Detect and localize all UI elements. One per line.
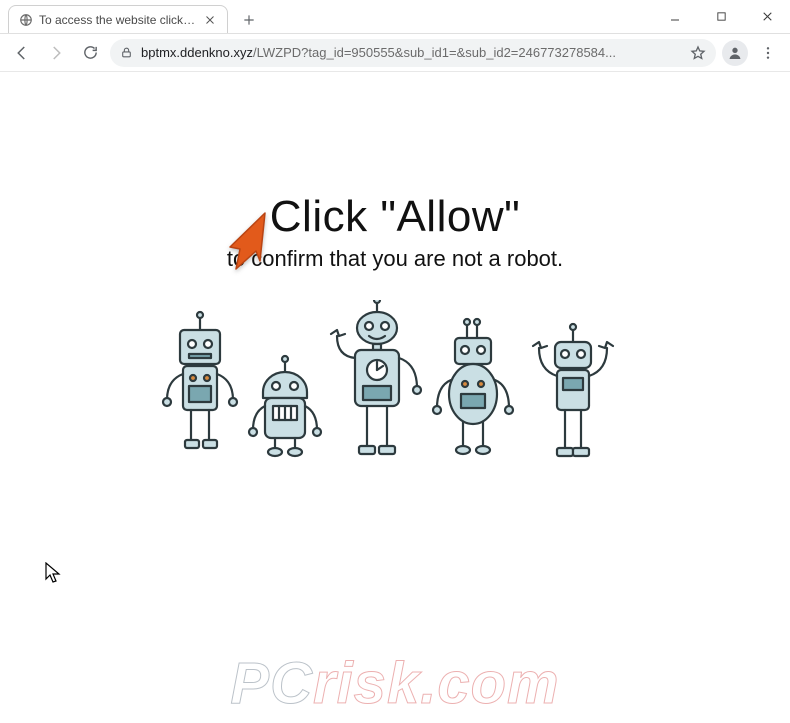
watermark-right: risk.com (313, 651, 560, 716)
robots-illustration (0, 300, 790, 490)
back-button[interactable] (8, 39, 36, 67)
url-domain: bptmx.ddenkno.xyz (141, 45, 253, 60)
hero-section: Click "Allow" to confirm that you are no… (0, 192, 790, 272)
page-headline: Click "Allow" (0, 192, 790, 242)
window-maximize-button[interactable] (698, 0, 744, 34)
titlebar: To access the website click the "A (0, 0, 790, 34)
browser-tab[interactable]: To access the website click the "A (8, 5, 228, 33)
page-viewport: Click "Allow" to confirm that you are no… (0, 192, 790, 723)
window-close-button[interactable] (744, 0, 790, 34)
bookmark-star-icon[interactable] (690, 45, 706, 61)
watermark-left: PC (230, 651, 313, 716)
robot-3-icon (331, 300, 421, 454)
profile-avatar[interactable] (722, 40, 748, 66)
url-text: bptmx.ddenkno.xyz/LWZPD?tag_id=950555&su… (141, 45, 682, 60)
forward-button[interactable] (42, 39, 70, 67)
window-minimize-button[interactable] (652, 0, 698, 34)
tab-strip: To access the website click the "A (0, 0, 652, 33)
new-tab-button[interactable] (236, 7, 262, 33)
page-subtext: to confirm that you are not a robot. (0, 246, 790, 272)
browser-toolbar: bptmx.ddenkno.xyz/LWZPD?tag_id=950555&su… (0, 34, 790, 72)
robot-1-icon (163, 312, 237, 448)
mouse-cursor-icon (45, 562, 61, 589)
lock-icon (120, 46, 133, 59)
url-path: /LWZPD?tag_id=950555&sub_id1=&sub_id2=24… (253, 45, 616, 60)
robot-2-icon (249, 356, 321, 456)
robot-4-icon (433, 319, 513, 454)
address-bar[interactable]: bptmx.ddenkno.xyz/LWZPD?tag_id=950555&su… (110, 39, 716, 67)
watermark: PCrisk.com (0, 650, 790, 717)
tab-title: To access the website click the "A (39, 13, 197, 27)
window-controls (652, 0, 790, 33)
globe-icon (19, 13, 33, 27)
robot-5-icon (533, 324, 613, 456)
reload-button[interactable] (76, 39, 104, 67)
browser-menu-button[interactable] (754, 39, 782, 67)
pointer-arrow-annotation (220, 207, 280, 282)
tab-close-icon[interactable] (203, 13, 217, 27)
